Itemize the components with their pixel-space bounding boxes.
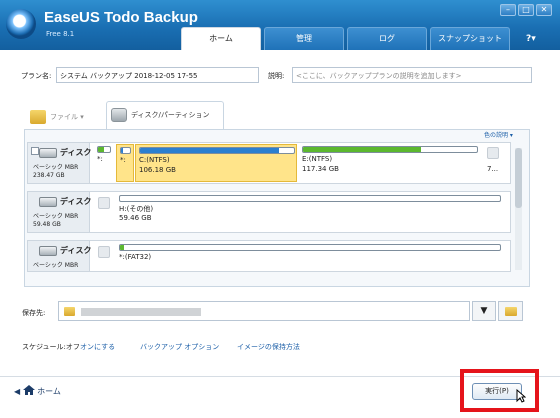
partition-icon: [487, 147, 499, 159]
partition-name: E:(NTFS): [302, 155, 333, 163]
disk-size: 238.47 GB: [33, 172, 65, 179]
description-label: 説明:: [268, 72, 285, 80]
mouse-cursor-icon: [516, 389, 526, 403]
app-title: EaseUS Todo Backup: [44, 9, 198, 26]
disk-info: ディスク ベーシック MBR: [28, 241, 92, 271]
destination-browse-button[interactable]: [498, 301, 523, 321]
title-bar: EaseUS Todo Backup Free 8.1 – □ ✕ ホーム 管理…: [0, 0, 560, 50]
home-icon: [22, 385, 35, 395]
source-tab-disk[interactable]: ディスク/パーティション: [106, 101, 224, 130]
backup-options-link[interactable]: バックアップ オプション: [140, 342, 219, 352]
hard-disk-icon: [39, 148, 57, 158]
partition-block[interactable]: *:: [116, 144, 134, 182]
home-nav-label: ホーム: [37, 387, 61, 396]
partition-block[interactable]: *:: [94, 144, 114, 182]
plan-name-field[interactable]: システム バックアップ 2018-12-05 17-55: [56, 67, 259, 83]
disk-type: ベーシック MBR: [33, 164, 79, 171]
disk-name: ディスク: [60, 197, 92, 206]
partition-name: *:(FAT32): [119, 253, 152, 261]
partition-usage-bar: [119, 195, 501, 202]
partition-usage-fill: [121, 148, 123, 153]
partition-usage-bar: [119, 244, 501, 251]
back-arrow-icon: ◀: [14, 387, 21, 396]
folder-icon: [30, 110, 46, 124]
image-retention-link[interactable]: イメージの保持方法: [237, 342, 300, 352]
tab-home[interactable]: ホーム: [181, 27, 261, 50]
partition-size: 117.34 GB: [302, 165, 339, 173]
partition-usage-fill: [98, 147, 104, 152]
disk-info: ディスク ベーシック MBR 59.48 GB: [28, 192, 92, 232]
disk-row[interactable]: ディスク ベーシック MBR 238.47 GB *: *: C:(NTFS) …: [27, 142, 511, 184]
source-tab-file[interactable]: ファイル ▾: [26, 104, 104, 130]
schedule-status: スケジュール:オフ: [22, 343, 80, 351]
hard-disk-icon: [39, 246, 57, 256]
color-legend-link[interactable]: 色の説明 ▾: [484, 130, 513, 139]
partition-usage-fill: [303, 147, 422, 152]
source-tab-disk-label: ディスク/パーティション: [131, 111, 210, 119]
disk-type: ベーシック MBR: [33, 213, 79, 220]
partition-name: *:: [120, 156, 126, 164]
destination-label: 保存先:: [22, 309, 46, 317]
disk-icon: [111, 108, 127, 122]
partition-block[interactable]: 7...: [484, 144, 510, 182]
partition-usage-bar: [302, 146, 478, 153]
scrollbar-thumb[interactable]: [515, 148, 522, 208]
tab-snapshot[interactable]: スナップショット: [430, 27, 510, 50]
partition-block[interactable]: E:(NTFS) 117.34 GB: [299, 144, 482, 182]
disk-list-scrollbar[interactable]: [515, 148, 522, 270]
disk-checkbox[interactable]: [31, 147, 39, 155]
maximize-button[interactable]: □: [518, 4, 534, 16]
tab-manage[interactable]: 管理: [264, 27, 344, 50]
partition-size: 106.18 GB: [139, 166, 176, 174]
source-tab-file-label: ファイル ▾: [50, 113, 84, 121]
partition-usage-bar: [97, 146, 111, 153]
red-highlight-box: [460, 369, 539, 412]
partition-block[interactable]: H:(その他) 59.46 GB: [116, 193, 502, 231]
main-tabs: ホーム 管理 ログ スナップショット: [181, 27, 510, 50]
disk-name: ディスク: [60, 148, 92, 157]
app-logo-icon: [6, 9, 36, 39]
partition-usage-fill: [120, 245, 124, 250]
schedule-enable-link[interactable]: オンにする: [80, 342, 115, 352]
partition-icon: [98, 197, 110, 209]
destination-dropdown-button[interactable]: ▼: [472, 301, 496, 321]
partition-block[interactable]: [94, 242, 114, 270]
disk-size: 59.48 GB: [33, 221, 61, 228]
app-edition: Free 8.1: [46, 30, 75, 38]
partition-name: *:: [97, 155, 103, 163]
description-field[interactable]: <ここに、バックアッププランの説明を追加します>: [292, 67, 532, 83]
destination-field[interactable]: [58, 301, 470, 321]
partition-usage-fill: [140, 148, 279, 153]
disk-name: ディスク: [60, 246, 92, 255]
disk-type: ベーシック MBR: [33, 262, 79, 269]
partition-block[interactable]: *:(FAT32): [116, 242, 502, 270]
home-nav-link[interactable]: ◀ ホーム: [14, 385, 61, 397]
partition-name: H:(その他): [119, 205, 154, 213]
plan-name-label: プラン名:: [21, 72, 52, 80]
hard-disk-icon: [39, 197, 57, 207]
folder-icon: [64, 307, 75, 316]
window-controls: – □ ✕: [500, 4, 552, 16]
minimize-button[interactable]: –: [500, 4, 516, 16]
partition-icon: [98, 246, 110, 258]
partition-block[interactable]: C:(NTFS) 106.18 GB: [135, 144, 297, 182]
partition-usage-bar: [139, 147, 295, 154]
tab-log[interactable]: ログ: [347, 27, 427, 50]
disk-row[interactable]: ディスク ベーシック MBR *:(FAT32): [27, 240, 511, 272]
open-folder-icon: [505, 307, 517, 316]
disk-info: ディスク ベーシック MBR 238.47 GB: [28, 143, 92, 183]
partition-truncated-label: 7...: [487, 165, 499, 173]
partition-block[interactable]: [94, 193, 114, 231]
disk-row[interactable]: ディスク ベーシック MBR 59.48 GB H:(その他) 59.46 GB: [27, 191, 511, 233]
help-button[interactable]: ?▾: [526, 34, 546, 48]
partition-name: C:(NTFS): [139, 156, 170, 164]
destination-path-redacted: [81, 308, 201, 316]
partition-usage-bar: [120, 147, 131, 154]
close-button[interactable]: ✕: [536, 4, 552, 16]
partition-size: 59.46 GB: [119, 214, 152, 222]
